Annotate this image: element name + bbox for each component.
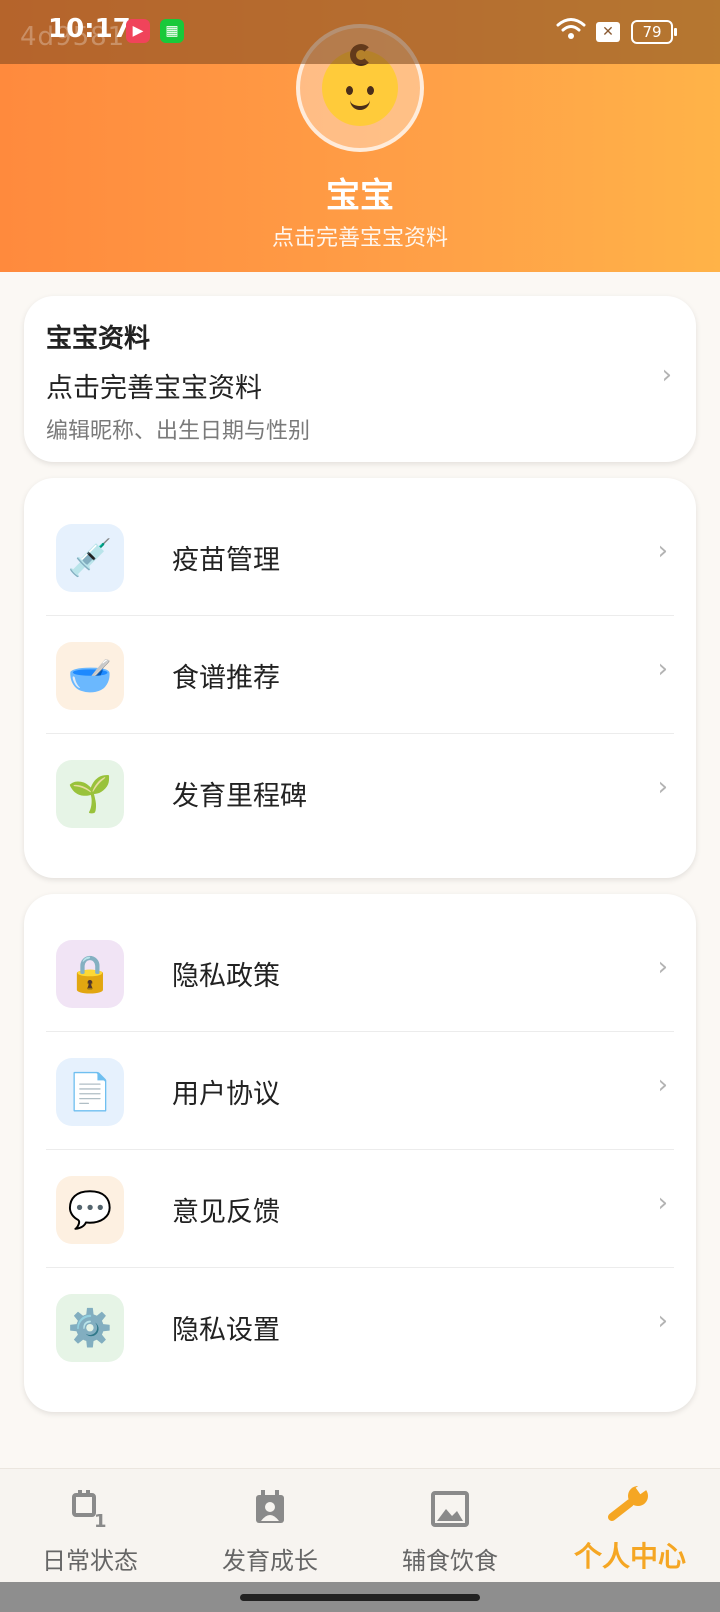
- tab-growth[interactable]: 发育成长: [180, 1469, 360, 1583]
- menu-item-label: 疫苗管理: [172, 545, 280, 576]
- bowl-icon: 🥣: [56, 642, 124, 710]
- profile-name[interactable]: 宝宝: [0, 168, 720, 217]
- x-status-icon: ✕: [596, 22, 620, 42]
- tab-label: 日常状态: [42, 1547, 138, 1575]
- svg-text:1: 1: [94, 1511, 107, 1529]
- menu-item-vaccine[interactable]: 💉 疫苗管理 ›: [46, 498, 674, 616]
- tab-label: 发育成长: [222, 1547, 318, 1575]
- sprout-icon: 🌱: [56, 760, 124, 828]
- tab-daily-status[interactable]: 1 日常状态: [0, 1469, 180, 1583]
- menu-item-label: 意见反馈: [172, 1197, 280, 1228]
- menu-item-privacy-policy[interactable]: 🔒 隐私政策 ›: [46, 914, 674, 1032]
- info-card-main: 点击完善宝宝资料: [46, 373, 262, 404]
- profile-subtitle[interactable]: 点击完善宝宝资料: [0, 220, 720, 252]
- chevron-right-icon: ›: [657, 772, 668, 802]
- menu-item-feedback[interactable]: 💬 意见反馈 ›: [46, 1150, 674, 1268]
- growth-icon: [256, 1490, 284, 1523]
- wrench-icon: [608, 1483, 651, 1521]
- chevron-right-icon: ›: [661, 360, 672, 390]
- bottom-nav: 1 日常状态 发育成长 辅食饮食 个人中心: [0, 1468, 720, 1582]
- settings-card: 🔒 隐私政策 › 📄 用户协议 › 💬 意见反馈 › ⚙️ 隐私设置 ›: [24, 894, 696, 1412]
- tab-label: 个人中心: [573, 1540, 686, 1573]
- info-card-desc: 编辑昵称、出生日期与性别: [46, 419, 311, 444]
- menu-item-milestones[interactable]: 🌱 发育里程碑 ›: [46, 734, 674, 852]
- menu-item-privacy-settings[interactable]: ⚙️ 隐私设置 ›: [46, 1268, 674, 1386]
- lock-icon: 🔒: [56, 940, 124, 1008]
- calendar-icon: 1: [72, 1490, 107, 1529]
- green-app-icon: ▦: [160, 19, 184, 43]
- gear-icon: ⚙️: [56, 1294, 124, 1362]
- tab-profile[interactable]: 个人中心: [540, 1469, 720, 1583]
- baby-info-card[interactable]: 宝宝资料 点击完善宝宝资料 编辑昵称、出生日期与性别 ›: [24, 296, 696, 462]
- chevron-right-icon: ›: [657, 654, 668, 684]
- image-icon: [431, 1491, 469, 1527]
- status-time: 10:17: [48, 14, 131, 44]
- chevron-right-icon: ›: [657, 952, 668, 982]
- menu-item-recipes[interactable]: 🥣 食谱推荐 ›: [46, 616, 674, 734]
- menu-item-user-agreement[interactable]: 📄 用户协议 ›: [46, 1032, 674, 1150]
- video-app-icon: ▶: [126, 19, 150, 43]
- chevron-right-icon: ›: [657, 1070, 668, 1100]
- tab-food[interactable]: 辅食饮食: [360, 1469, 540, 1583]
- status-bar: 4d9581 10:17 ▶ ▦ ✕ 79: [0, 0, 720, 64]
- home-indicator[interactable]: [240, 1594, 480, 1601]
- chevron-right-icon: ›: [657, 536, 668, 566]
- menu-item-label: 隐私设置: [172, 1315, 280, 1346]
- chevron-right-icon: ›: [657, 1188, 668, 1218]
- speech-bubble-icon: 💬: [56, 1176, 124, 1244]
- tab-label: 辅食饮食: [402, 1547, 498, 1575]
- document-icon: 📄: [56, 1058, 124, 1126]
- info-card-title: 宝宝资料: [46, 324, 151, 354]
- menu-item-label: 隐私政策: [172, 961, 280, 992]
- menu-item-label: 发育里程碑: [172, 781, 307, 812]
- menu-item-label: 用户协议: [172, 1079, 280, 1110]
- menu-item-label: 食谱推荐: [172, 663, 280, 694]
- battery-icon: 79: [631, 20, 677, 44]
- features-card: 💉 疫苗管理 › 🥣 食谱推荐 › 🌱 发育里程碑 ›: [24, 478, 696, 878]
- syringe-icon: 💉: [56, 524, 124, 592]
- wifi-icon: [556, 18, 586, 39]
- chevron-right-icon: ›: [657, 1306, 668, 1336]
